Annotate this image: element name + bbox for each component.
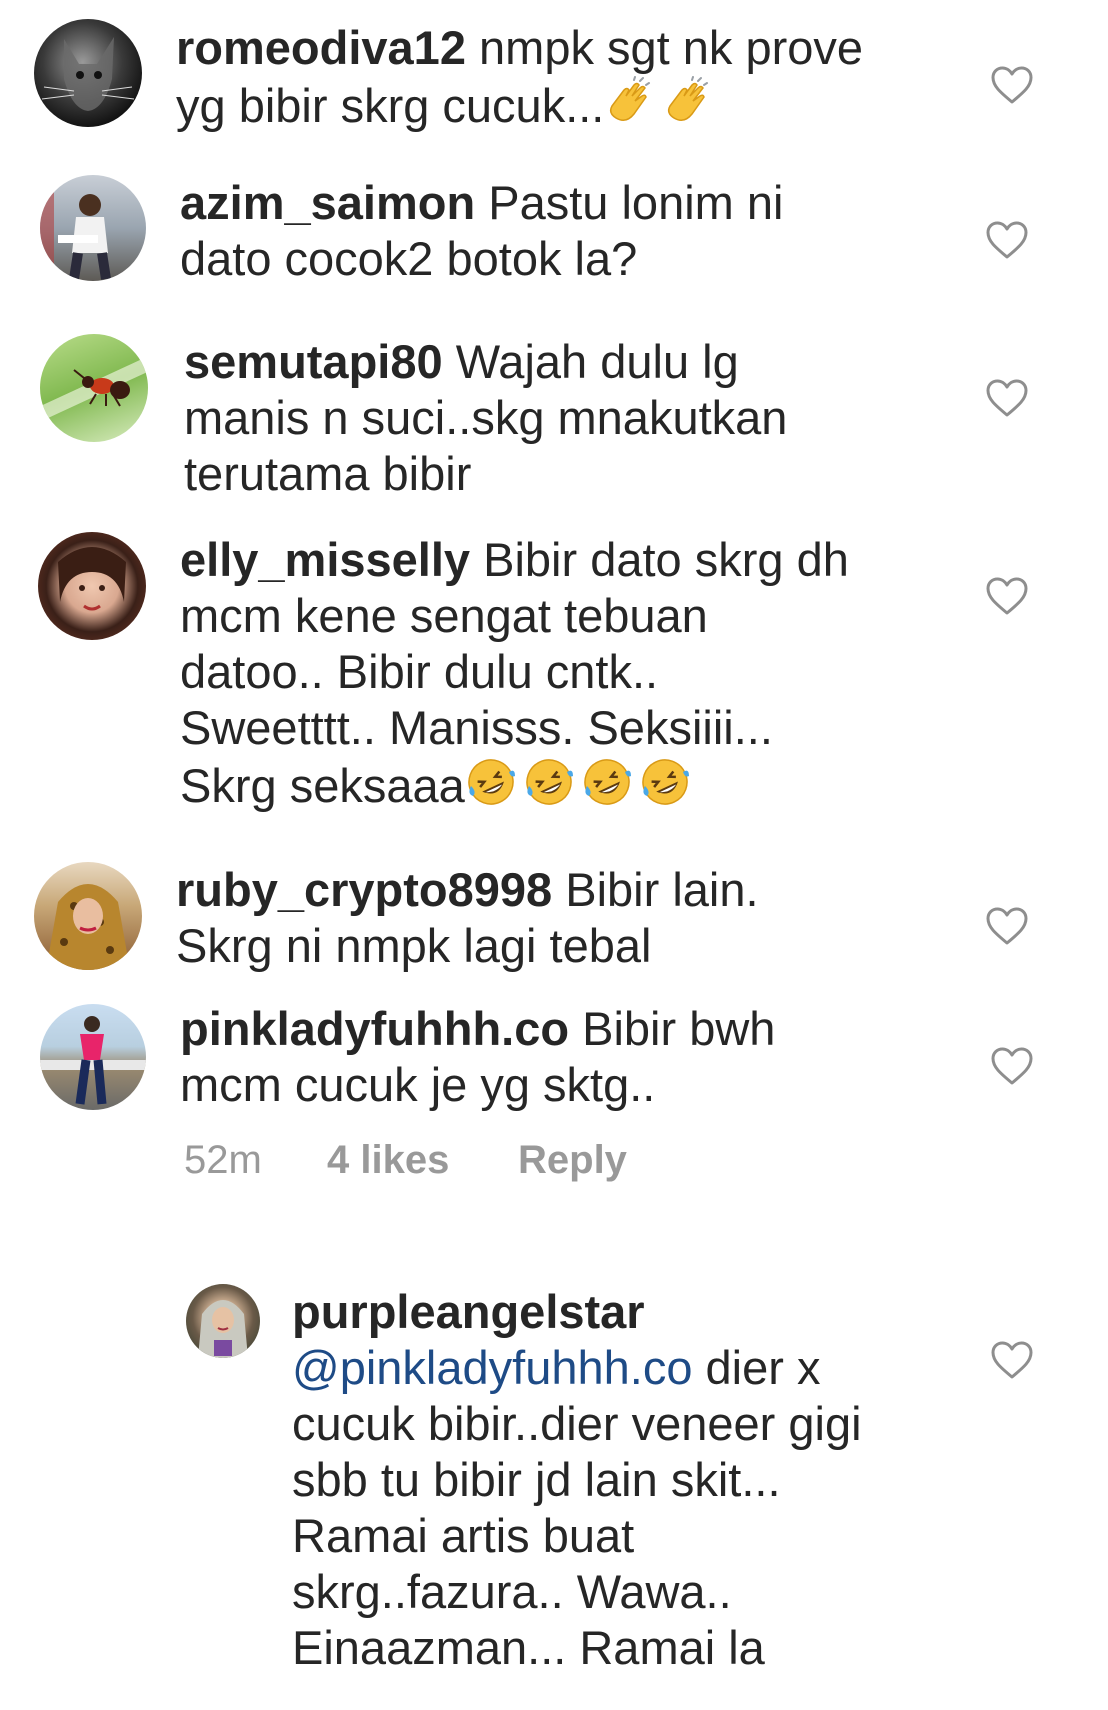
comment-text: ruby_crypto8998 Bibir lain. Skrg ni nmpk… (176, 862, 759, 974)
comment-text: romeodiva12 nmpk sgt nk prove yg bibir s… (176, 20, 863, 134)
person-photo-icon (40, 175, 111, 281)
mention-link[interactable]: @pinkladyfuhhh.co (292, 1341, 692, 1394)
woman-photo-icon (58, 547, 126, 611)
woman-photo-icon (198, 1300, 248, 1358)
avatar[interactable] (40, 1004, 146, 1110)
like-heart-icon[interactable] (990, 1340, 1034, 1380)
comment-line: Bibir lain. (565, 863, 759, 916)
comment-text: pinkladyfuhhh.co Bibir bwh mcm cucuk je … (180, 1001, 775, 1113)
comment-line: yg bibir skrg cucuk... (176, 79, 605, 132)
avatar[interactable] (38, 532, 146, 640)
comment-line: dato cocok2 botok la? (180, 232, 638, 285)
like-heart-icon[interactable] (985, 576, 1029, 616)
like-heart-icon[interactable] (985, 906, 1029, 946)
comment-username[interactable]: pinkladyfuhhh.co (180, 1002, 569, 1055)
comment-text: azim_saimon Pastu lonim ni dato cocok2 b… (180, 175, 783, 287)
comment-username[interactable]: purpleangelstar (292, 1284, 862, 1340)
comment-line: manis n suci..skg mnakutkan (184, 391, 788, 444)
rolling-laughing-icon (465, 756, 517, 808)
avatar[interactable] (34, 19, 142, 127)
avatar[interactable] (186, 1284, 260, 1358)
rolling-laughing-icon (639, 756, 691, 808)
like-heart-icon[interactable] (985, 220, 1029, 260)
comment-username[interactable]: romeodiva12 (176, 21, 466, 74)
cat-photo-icon (41, 37, 135, 111)
comment-line: cucuk bibir..dier veneer gigi (292, 1397, 862, 1450)
reply-button[interactable]: Reply (518, 1138, 627, 1183)
comment-username[interactable]: semutapi80 (184, 335, 443, 388)
comment-line: skrg..fazura.. Wawa.. (292, 1565, 732, 1618)
avatar[interactable] (40, 175, 146, 281)
comment-line: sbb tu bibir jd lain skit... (292, 1453, 781, 1506)
comment-line: Pastu lonim ni (488, 176, 784, 229)
comment-text: elly_misselly Bibir dato skrg dh mcm ken… (180, 532, 849, 814)
like-heart-icon[interactable] (990, 1046, 1034, 1086)
avatar[interactable] (34, 862, 142, 970)
likes-count-button[interactable]: 4 likes (327, 1138, 449, 1183)
comment-line: Bibir bwh (582, 1002, 776, 1055)
rolling-laughing-icon (523, 756, 575, 808)
comment-line: mcm cucuk je yg sktg.. (180, 1058, 656, 1111)
comment-line: datoo.. Bibir dulu cntk.. (180, 645, 659, 698)
reply-comment-text: purpleangelstar @pinkladyfuhhh.co dier x… (292, 1284, 862, 1676)
like-heart-icon[interactable] (990, 65, 1034, 105)
ant-photo-icon (40, 357, 148, 421)
avatar[interactable] (40, 334, 148, 442)
rolling-laughing-icon (581, 756, 633, 808)
comment-line: Sweetttt.. Manisss. Seksiiii... (180, 701, 773, 754)
comment-line: Skrg seksaaa (180, 759, 465, 812)
comment-line: terutama bibir (184, 447, 472, 500)
comment-username[interactable]: ruby_crypto8998 (176, 863, 552, 916)
comment-line: Ramai artis buat (292, 1509, 635, 1562)
comment-line: mcm kene sengat tebuan (180, 589, 708, 642)
comment-line: Bibir dato skrg dh (483, 533, 849, 586)
clapping-hands-icon (662, 76, 714, 128)
person-photo-icon (40, 1016, 146, 1105)
comment-line: Wajah dulu lg (455, 335, 739, 388)
like-heart-icon[interactable] (985, 378, 1029, 418)
comment-line: dier x (692, 1341, 821, 1394)
woman-photo-icon (46, 884, 130, 970)
comment-line: Einaazman... Ramai la (292, 1621, 765, 1674)
comment-username[interactable]: elly_misselly (180, 533, 470, 586)
comment-line: nmpk sgt nk prove (479, 21, 864, 74)
comment-timestamp: 52m (184, 1138, 262, 1182)
clapping-hands-icon (604, 76, 656, 128)
comment-line: Skrg ni nmpk lagi tebal (176, 919, 652, 972)
comment-text: semutapi80 Wajah dulu lg manis n suci..s… (184, 334, 787, 502)
comment-username[interactable]: azim_saimon (180, 176, 475, 229)
